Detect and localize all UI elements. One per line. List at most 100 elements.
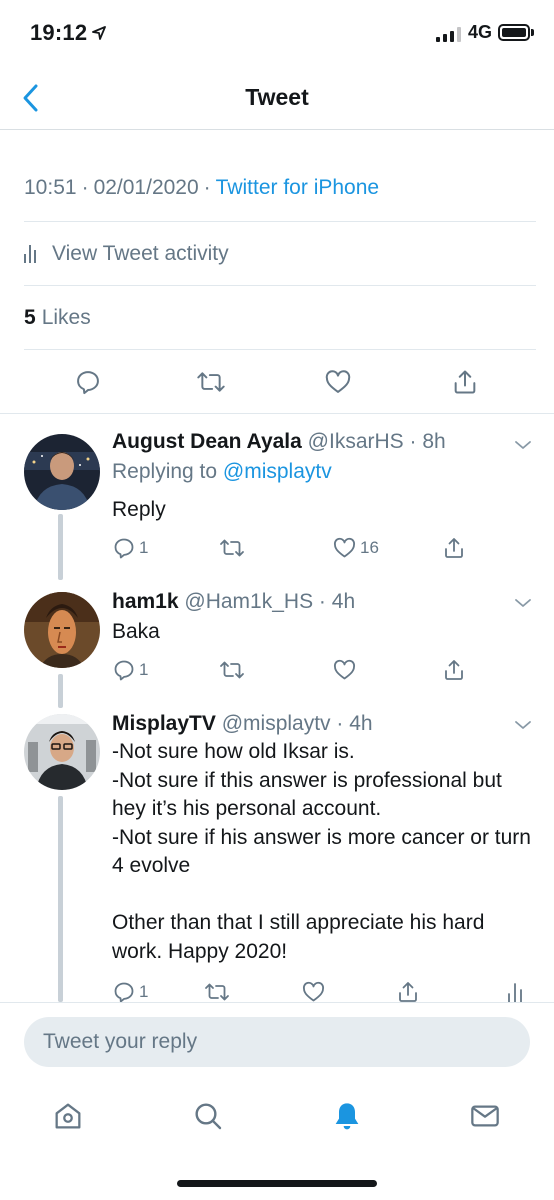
search-icon	[195, 1103, 222, 1130]
share-icon	[445, 660, 463, 680]
avatar-image	[24, 592, 100, 668]
battery-tip	[531, 29, 534, 36]
reply-button[interactable]	[72, 366, 104, 398]
tweet-source-link[interactable]: Twitter for iPhone	[216, 176, 379, 199]
author-name[interactable]: ham1k	[112, 590, 179, 613]
retweet-button[interactable]	[204, 978, 233, 1002]
tweet-meta: 10:51 · 02/01/2020 · Twitter for iPhone	[24, 130, 536, 222]
chevron-down-icon	[515, 441, 531, 449]
retweet-icon	[205, 983, 229, 1001]
retweet-button[interactable]	[219, 656, 248, 684]
status-time: 19:12	[30, 20, 88, 45]
author-name[interactable]: August Dean Ayala	[112, 430, 302, 453]
reply-tweet[interactable]: August Dean Ayala @IksarHS · 8h Replying…	[0, 414, 554, 580]
share-button[interactable]	[449, 366, 481, 398]
reply-age: 4h	[349, 712, 373, 735]
reply-header: MisplayTV @misplaytv · 4h	[112, 712, 373, 736]
network-type: 4G	[468, 22, 493, 42]
home-indicator[interactable]	[177, 1180, 377, 1187]
share-icon	[399, 982, 417, 1002]
tweet-action-bar	[0, 350, 554, 414]
like-icon	[333, 659, 356, 680]
tweet-time: 10:51	[24, 176, 77, 199]
thread-line	[58, 796, 63, 1002]
tweet-date: 02/01/2020	[93, 176, 199, 199]
tweet-activity-button[interactable]	[506, 978, 524, 1002]
reply-tweet[interactable]: MisplayTV @misplaytv · 4h -Not sure how …	[0, 702, 554, 1002]
reply-count: 1	[139, 538, 149, 557]
notifications-icon	[335, 1103, 359, 1130]
tweet-reply-input[interactable]: Tweet your reply	[24, 1017, 530, 1067]
author-handle: @misplaytv	[221, 712, 331, 735]
cell-signal-icon	[436, 26, 461, 42]
like-button[interactable]: 16	[332, 534, 379, 562]
nav-bar: Tweet	[0, 64, 554, 130]
tab-search[interactable]	[188, 1096, 228, 1136]
activity-label: View Tweet activity	[52, 241, 229, 265]
reply-icon	[114, 660, 134, 681]
reply-header: ham1k @Ham1k_HS · 4h	[112, 590, 355, 614]
reply-button[interactable]: 1	[112, 656, 148, 684]
page-title: Tweet	[245, 84, 309, 110]
reply-text: -Not sure how old Iksar is. -Not sure if…	[112, 740, 531, 963]
likes-count: 5	[24, 305, 36, 329]
like-count: 16	[360, 538, 379, 557]
reply-button[interactable]: 1	[112, 978, 148, 1002]
avatar-image	[24, 434, 100, 510]
mention-link[interactable]: @misplaytv	[223, 460, 332, 483]
tab-home[interactable]	[48, 1096, 88, 1136]
reply-icon	[114, 982, 134, 1002]
reply-text: Reply	[112, 498, 166, 521]
avatar-image	[24, 714, 100, 790]
view-tweet-activity[interactable]: View Tweet activity	[24, 222, 536, 286]
reply-actions: 1 16	[112, 534, 532, 562]
activity-bars-icon	[24, 244, 36, 263]
reply-actions: 1	[112, 656, 532, 684]
share-button[interactable]	[442, 534, 466, 562]
likes-row[interactable]: 5 Likes	[24, 286, 536, 350]
chevron-down-icon	[515, 721, 531, 729]
messages-icon	[471, 1105, 499, 1127]
tab-messages[interactable]	[465, 1096, 505, 1136]
home-icon	[55, 1103, 81, 1129]
retweet-button[interactable]	[195, 366, 227, 398]
reply-icon	[114, 538, 134, 559]
meta-separator: ·	[81, 176, 89, 199]
like-button[interactable]	[322, 366, 354, 398]
like-button[interactable]	[332, 656, 360, 684]
author-handle: @IksarHS	[307, 430, 404, 453]
avatar[interactable]	[24, 434, 100, 510]
retweet-icon	[220, 539, 244, 557]
author-name[interactable]: MisplayTV	[112, 712, 216, 735]
replying-prefix: Replying to	[112, 460, 218, 483]
retweet-button[interactable]	[219, 534, 248, 562]
author-handle: @Ham1k_HS	[184, 590, 314, 613]
status-bar: 19:12 4G	[0, 0, 554, 60]
avatar[interactable]	[24, 592, 100, 668]
reply-header: August Dean Ayala @IksarHS · 8h	[112, 430, 446, 454]
location-arrow-icon	[92, 26, 106, 45]
reply-count: 1	[139, 660, 149, 679]
activity-bars-icon	[508, 983, 522, 1002]
share-button[interactable]	[442, 656, 466, 684]
avatar[interactable]	[24, 714, 100, 790]
like-icon	[325, 370, 351, 393]
retweet-icon	[220, 661, 244, 679]
chevron-down-icon	[515, 599, 531, 607]
time-separator: ·	[318, 590, 326, 613]
reply-button[interactable]: 1	[112, 534, 148, 562]
share-button[interactable]	[396, 978, 420, 1002]
reply-tweet[interactable]: ham1k @Ham1k_HS · 4h Baka 1	[0, 580, 554, 708]
share-icon	[454, 370, 476, 394]
meta-separator: ·	[203, 176, 211, 199]
tweet-menu-button[interactable]	[512, 434, 534, 456]
reply-icon	[77, 371, 99, 395]
likes-label: Likes	[41, 305, 91, 329]
tab-notifications[interactable]	[327, 1096, 367, 1136]
tweet-menu-button[interactable]	[512, 714, 534, 736]
replying-to: Replying to @misplaytv	[112, 460, 332, 484]
like-button[interactable]	[301, 978, 329, 1002]
share-icon	[445, 538, 463, 558]
retweet-icon	[197, 372, 225, 392]
tweet-menu-button[interactable]	[512, 592, 534, 614]
